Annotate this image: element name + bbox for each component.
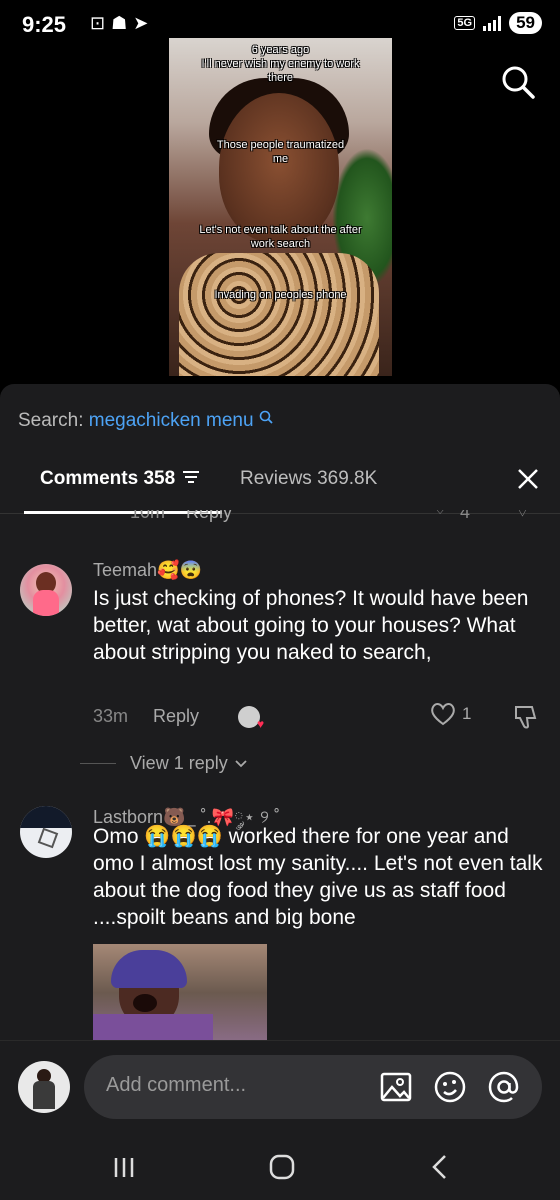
video-caption-2: I'll never wish my enemy to work there (201, 58, 360, 84)
tab-reviews[interactable]: Reviews 369.8K (240, 468, 377, 490)
back-icon[interactable] (424, 1150, 458, 1184)
reply-divider (80, 763, 116, 764)
video-caption-3: Those people traumatized me (216, 139, 345, 165)
video-outfit (179, 253, 379, 376)
close-icon[interactable] (516, 464, 540, 494)
avatar[interactable] (20, 806, 72, 858)
home-icon[interactable] (265, 1150, 299, 1184)
comment-meta: 33m Reply ♥ (93, 706, 264, 731)
previous-comment-time: 10m (130, 510, 166, 522)
previous-comment-reply[interactable]: Reply (186, 510, 232, 523)
status-right: 5G 59 (454, 12, 542, 34)
clock: 9:25 (22, 12, 67, 37)
comment-input-bar: Add comment... (0, 1040, 560, 1132)
tab-comments[interactable]: Comments 358 (40, 468, 200, 490)
view-replies-label: View 1 reply (130, 753, 228, 773)
comment-time: 33m (93, 706, 129, 726)
at-icon[interactable] (486, 1069, 522, 1105)
recent-apps-icon[interactable] (107, 1150, 141, 1184)
image-icon[interactable] (378, 1069, 414, 1105)
like-count: 1 (462, 704, 472, 723)
search-suggestion[interactable]: Search: megachicken menu (18, 410, 273, 432)
avatar[interactable] (20, 564, 72, 616)
comment-input[interactable]: Add comment... (84, 1055, 542, 1119)
search-query-link[interactable]: megachicken menu (89, 410, 254, 431)
previous-comment-heart-icon[interactable]: ♡ (432, 510, 448, 519)
previous-comment-dislike-icon[interactable]: ⌔ (514, 510, 531, 523)
system-nav-bar (0, 1132, 560, 1200)
emoji-icon[interactable] (432, 1069, 468, 1105)
comment-text: Is just checking of phones? It would hav… (93, 587, 529, 664)
comment-input-placeholder: Add comment... (106, 1074, 247, 1096)
video-face (219, 93, 339, 243)
video-preview[interactable]: 6 years ago I'll never wish my enemy to … (169, 38, 392, 376)
network-label: 5G (454, 16, 476, 30)
comment-username[interactable]: Teemah🥰😨 (93, 560, 202, 581)
comment-gif[interactable] (93, 944, 267, 1042)
tab-bar: Comments 358 Reviews 369.8K (0, 454, 560, 514)
search-small-icon (259, 410, 273, 424)
like-control[interactable]: 1 (430, 702, 471, 726)
tab-comments-label: Comments 358 (40, 468, 176, 489)
creator-liked-avatar: ♥ (238, 706, 264, 731)
signal-icon (483, 15, 502, 31)
view-replies-button[interactable]: View 1 reply (80, 753, 248, 774)
comment-text: Omo 😭😭😭 worked there for one year and om… (93, 825, 543, 929)
dislike-icon[interactable] (512, 704, 540, 730)
video-caption-1: 6 years ago (251, 44, 310, 56)
video-caption-4: Let's not even talk about the after work… (199, 224, 362, 250)
search-icon[interactable] (500, 64, 536, 100)
heart-icon[interactable] (430, 702, 456, 726)
battery-indicator: 59 (509, 12, 542, 34)
notification-icons: ⊡☗➤ (90, 13, 155, 33)
previous-comment-actions: 10m Reply ♡ 4 ⌔ (0, 510, 560, 524)
chevron-down-icon (235, 759, 247, 767)
reply-button[interactable]: Reply (153, 706, 199, 726)
filter-icon[interactable] (182, 470, 200, 484)
video-caption-5: Invading on peoples phone (214, 289, 347, 301)
my-avatar[interactable] (18, 1061, 70, 1113)
previous-comment-likes: 4 (460, 510, 471, 522)
search-label: Search: (18, 410, 84, 431)
